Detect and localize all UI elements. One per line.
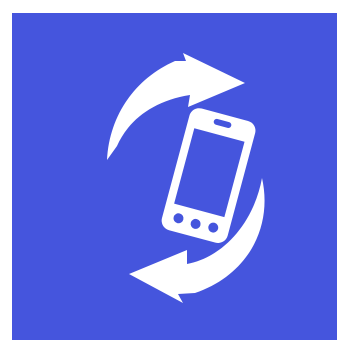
app-icon[interactable] — [12, 13, 337, 340]
screen-rotation-icon — [12, 13, 337, 340]
icon-canvas — [0, 0, 351, 356]
